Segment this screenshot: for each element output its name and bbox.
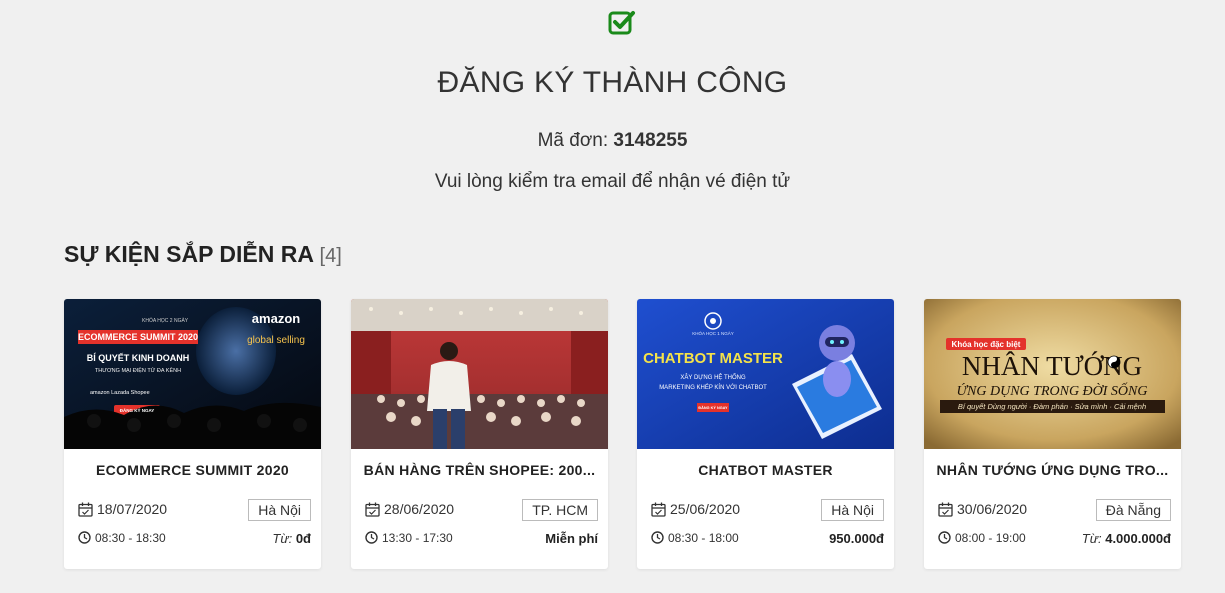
- banner-sub2: THƯƠNG MẠI ĐIỆN TỬ ĐA KÊNH: [95, 366, 181, 374]
- event-banner-nhan-tuong[interactable]: Khóa học đặc biệt NHÂN TƯỚNG ỨNG DỤNG TR…: [924, 299, 1181, 449]
- banner-brand: amazon: [252, 311, 300, 326]
- clock-icon: [938, 531, 951, 544]
- clock-icon: [78, 531, 91, 544]
- event-time: 13:30 - 17:30: [382, 531, 453, 545]
- banner-headline: ECOMMERCE SUMMIT 2020: [78, 332, 198, 342]
- banner-label: KHÓA HỌC 2 NGÀY: [142, 317, 189, 324]
- order-label: Mã đơn:: [537, 130, 609, 151]
- banner-cta: ĐĂNG KÝ NGAY: [120, 407, 155, 413]
- event-card[interactable]: KHÓA HỌC 1 NGÀY CHATBOT MASTER XÂY DỰNG …: [637, 299, 894, 569]
- banner-cta: ĐĂNG KÝ NGAY: [698, 405, 728, 410]
- event-name[interactable]: BÁN HÀNG TRÊN SHOPEE: 200...: [363, 462, 596, 478]
- event-price: 950.000đ: [829, 531, 884, 546]
- clock-icon: [365, 531, 378, 544]
- event-price: Từ: 4.000.000đ: [1082, 531, 1171, 546]
- order-id: 3148255: [613, 130, 688, 151]
- section-title-text: SỰ KIỆN SẮP DIỄN RA: [64, 241, 314, 267]
- event-name[interactable]: NHÂN TƯỚNG ỨNG DỤNG TRO...: [936, 462, 1169, 478]
- calendar-icon: [938, 502, 953, 517]
- banner-sub1: BÍ QUYẾT KINH DOANH: [87, 353, 190, 363]
- calendar-icon: [365, 502, 380, 517]
- event-banner-shopee[interactable]: [351, 299, 608, 449]
- banner-logos: amazon Lazada Shopee: [90, 390, 150, 396]
- banner-tag: Khóa học đặc biệt: [952, 340, 1021, 349]
- event-location: Đà Nẵng: [1095, 499, 1171, 521]
- banner-headline: CHATBOT MASTER: [643, 350, 783, 367]
- event-time: 08:30 - 18:00: [668, 531, 739, 545]
- section-count: [4]: [319, 245, 342, 267]
- clock-icon: [651, 531, 664, 544]
- event-banner-chatbot-master[interactable]: KHÓA HỌC 1 NGÀY CHATBOT MASTER XÂY DỰNG …: [637, 299, 894, 449]
- section-title: SỰ KIỆN SẮP DIỄN RA [4]: [64, 241, 342, 268]
- event-date: 30/06/2020: [957, 501, 1028, 517]
- event-time: 08:00 - 19:00: [955, 531, 1026, 545]
- price-value: 0đ: [295, 531, 311, 546]
- email-note: Vui lòng kiểm tra email để nhận vé điện …: [434, 171, 791, 192]
- event-date: 18/07/2020: [97, 501, 168, 517]
- banner-sub1: XÂY DỰNG HỆ THỐNG: [680, 373, 746, 381]
- event-name[interactable]: ECOMMERCE SUMMIT 2020: [76, 462, 309, 478]
- banner-sub2: MARKETING KHÉP KÍN VỚI CHATBOT: [659, 384, 767, 391]
- price-prefix: Từ:: [1081, 531, 1102, 546]
- event-date: 25/06/2020: [670, 501, 741, 517]
- event-name[interactable]: CHATBOT MASTER: [649, 462, 882, 478]
- calendar-icon: [78, 502, 93, 517]
- event-banner-ecommerce-summit[interactable]: KHÓA HỌC 2 NGÀY ECOMMERCE SUMMIT 2020 BÍ…: [64, 299, 321, 449]
- event-card[interactable]: Khóa học đặc biệt NHÂN TƯỚNG ỨNG DỤNG TR…: [924, 299, 1181, 569]
- calendar-icon: [651, 502, 666, 517]
- banner-sub1: ỨNG DỤNG TRONG ĐỜI SỐNG: [956, 381, 1147, 399]
- page-title: ĐĂNG KÝ THÀNH CÔNG: [437, 66, 788, 99]
- price-value: 4.000.000đ: [1105, 531, 1171, 546]
- banner-brand-sub: global selling: [247, 335, 305, 346]
- event-date: 28/06/2020: [384, 501, 455, 517]
- event-location: TP. HCM: [522, 499, 598, 521]
- event-price: Từ: 0đ: [272, 531, 311, 546]
- event-card[interactable]: KHÓA HỌC 2 NGÀY ECOMMERCE SUMMIT 2020 BÍ…: [64, 299, 321, 569]
- banner-sub2: Bí quyết Dùng người · Đàm phán · Sửa mìn…: [958, 402, 1146, 411]
- event-time: 08:30 - 18:30: [95, 531, 166, 545]
- banner-label: KHÓA HỌC 1 NGÀY: [692, 330, 734, 336]
- event-price: Miễn phí: [545, 531, 598, 546]
- event-card[interactable]: BÁN HÀNG TRÊN SHOPEE: 200... 28/06/2020 …: [351, 299, 608, 569]
- price-prefix: Từ:: [272, 531, 293, 546]
- order-number-line: Mã đơn: 3148255: [0, 130, 1225, 152]
- event-location: Hà Nội: [248, 499, 311, 521]
- price-value: 950.000đ: [829, 531, 884, 546]
- check-square-icon: [608, 9, 636, 35]
- event-location: Hà Nội: [821, 499, 884, 521]
